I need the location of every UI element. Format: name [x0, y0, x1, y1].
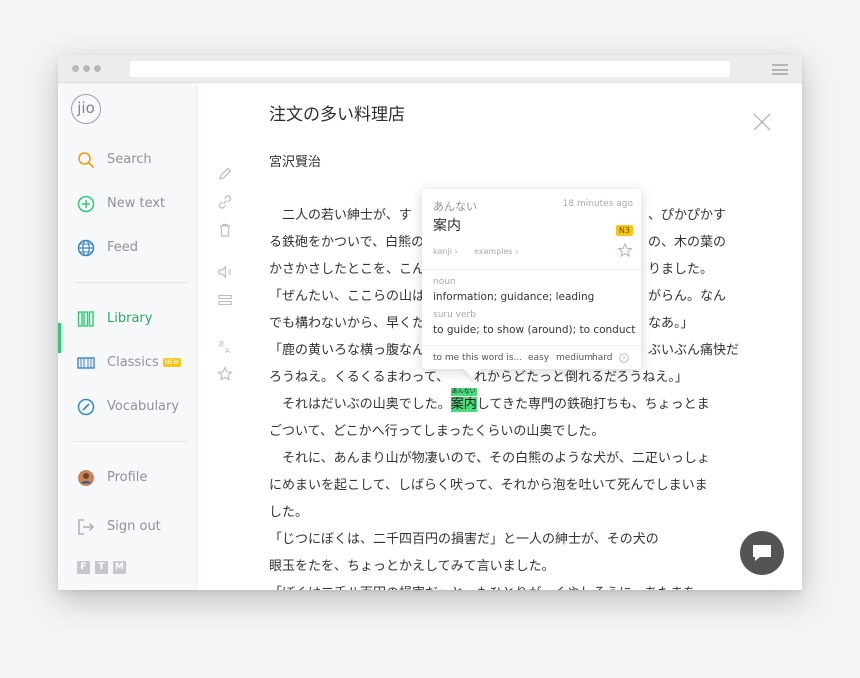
help-icon[interactable]: ? — [619, 353, 629, 363]
sidebar-item-sign-out[interactable]: Sign out — [58, 513, 198, 541]
kanji-link-label: kanji — [433, 247, 452, 256]
definition: to guide; to show (around); to conduct — [433, 324, 636, 336]
trash-icon[interactable] — [216, 221, 234, 239]
text-line-end[interactable]: りました。 — [648, 258, 748, 277]
twitter-icon[interactable]: T — [95, 561, 108, 574]
sidebar-item-search[interactable]: Search — [58, 146, 198, 174]
sidebar-item-label-text: Classics — [107, 355, 159, 370]
text-line[interactable]: それに、あんまり山が物凄いので、その白熊のような犬が、二疋いっしょ — [269, 447, 729, 466]
sidebar-item-label: Vocabulary — [107, 399, 180, 414]
svg-text:あ: あ — [218, 340, 225, 348]
text-line[interactable]: した。 — [269, 501, 729, 520]
popup-divider — [422, 269, 641, 270]
sidebar-item-feed[interactable]: Feed — [58, 234, 198, 262]
jlpt-badge: N3 — [615, 225, 633, 236]
medium-icon[interactable]: M — [113, 561, 126, 574]
added-time: 18 minutes ago — [562, 199, 633, 209]
difficulty-hard[interactable]: hard — [592, 353, 612, 363]
translate-icon[interactable]: あ A — [216, 337, 234, 355]
facebook-icon[interactable]: F — [77, 561, 90, 574]
sidebar-item-label: Sign out — [107, 519, 161, 534]
app-window: jio Search New text Feed Library Classic… — [58, 55, 802, 590]
sidebar-item-label: New text — [107, 196, 166, 211]
sidebar-item-label: Classics NEW — [107, 355, 181, 370]
pencil-icon[interactable] — [216, 165, 234, 183]
text-line-end[interactable]: がらん。なん — [648, 285, 748, 304]
window-dot[interactable] — [72, 65, 79, 72]
ruby-reading: あんない — [450, 388, 477, 396]
sign-out-icon — [78, 519, 94, 535]
text-line-end[interactable]: の、木の葉の — [648, 231, 748, 250]
sidebar-item-library[interactable]: Library — [58, 305, 198, 333]
close-icon[interactable] — [753, 113, 771, 131]
page-title: 注文の多い料理店 — [269, 105, 405, 125]
text-before-word: それはだいぶの山奥でした。 — [269, 397, 451, 412]
examples-link[interactable]: examples › — [474, 247, 518, 256]
classics-icon — [77, 357, 95, 369]
text-line[interactable]: ごついて、どこかへ行ってしまったくらいの山奥でした。 — [269, 420, 729, 439]
text-line-end[interactable]: なあ。」 — [648, 312, 748, 331]
chat-icon — [753, 545, 771, 561]
difficulty-prompt: to me this word is... — [433, 353, 523, 363]
search-icon — [78, 152, 94, 168]
plus-circle-icon — [77, 195, 95, 213]
address-bar[interactable] — [130, 61, 730, 77]
highlighted-word-text: 案内 — [450, 397, 477, 412]
dictionary-popup: あんない 18 minutes ago 案内 N3 kanji › exampl… — [422, 189, 641, 369]
link-icon[interactable] — [216, 193, 234, 211]
text-line[interactable]: 眼玉をたを、ちょっとかえしてみて言いました。 — [269, 555, 729, 574]
examples-link-label: examples — [474, 247, 513, 256]
chat-button[interactable] — [740, 531, 784, 575]
text-line[interactable]: にめまいを起こして、しばらく吠って、それから泡を吐いて死んでしまいま — [269, 474, 729, 493]
new-badge: NEW — [162, 358, 181, 367]
window-dot[interactable] — [83, 65, 90, 72]
globe-icon — [77, 239, 95, 257]
sidebar-divider — [74, 282, 188, 283]
sidebar-item-label: Feed — [107, 240, 139, 255]
text-line-end[interactable]: 、ぴかぴかす — [648, 204, 748, 223]
word-kanji: 案内 — [433, 218, 461, 234]
text-line-end[interactable]: ぶいぶん痛快だ — [648, 339, 748, 358]
sidebar-item-classics[interactable]: Classics NEW — [58, 349, 198, 377]
part-of-speech: noun — [433, 277, 456, 287]
title-bar — [58, 55, 802, 83]
favorite-star-icon[interactable] — [617, 242, 633, 258]
social-links: F T M — [77, 561, 126, 574]
compass-icon — [77, 398, 95, 416]
text-line[interactable]: 「じつにぼくは、二千四百円の損害だ」と一人の紳士が、その犬の — [269, 528, 729, 547]
highlighted-word[interactable]: あんない 案内 — [450, 388, 477, 412]
window-dot[interactable] — [94, 65, 101, 72]
sidebar-item-vocabulary[interactable]: Vocabulary — [58, 393, 198, 421]
sidebar-item-label: Search — [107, 152, 152, 167]
author-name: 宮沢賢治 — [269, 155, 322, 170]
logo[interactable]: jio — [71, 94, 101, 124]
avatar — [78, 470, 94, 486]
text-after-word: してきた専門の鉄砲打ちも、ちょっとま — [476, 397, 710, 412]
svg-text:?: ? — [622, 356, 625, 363]
difficulty-medium[interactable]: medium — [556, 353, 593, 363]
speaker-icon[interactable] — [216, 263, 234, 281]
popup-divider — [422, 345, 641, 346]
sidebar-item-label: Profile — [107, 470, 148, 485]
sidebar-item-profile[interactable]: Profile — [58, 464, 198, 492]
text-line-highlight[interactable]: それはだいぶの山奥でした。 あんない 案内してきた専門の鉄砲打ちも、ちょっとま — [269, 388, 729, 412]
sidebar-item-label: Library — [107, 311, 153, 326]
kanji-link[interactable]: kanji › — [433, 247, 458, 256]
part-of-speech: suru verb — [433, 310, 476, 320]
books-icon — [77, 311, 94, 327]
svg-text:A: A — [225, 347, 230, 355]
layout-icon[interactable] — [216, 291, 234, 309]
star-icon[interactable] — [216, 365, 234, 383]
definition: information; guidance; leading — [433, 291, 595, 303]
sidebar: jio Search New text Feed Library Classic… — [58, 83, 198, 590]
difficulty-easy[interactable]: easy — [528, 353, 549, 363]
text-line[interactable]: 「ぼくは二千八百円の損害だ」と、もひとりが、くやしそうに、あたまを — [269, 582, 729, 590]
menu-icon[interactable] — [772, 64, 788, 75]
sidebar-item-new-text[interactable]: New text — [58, 190, 198, 218]
word-reading: あんない — [433, 200, 477, 213]
sidebar-divider — [74, 441, 188, 442]
